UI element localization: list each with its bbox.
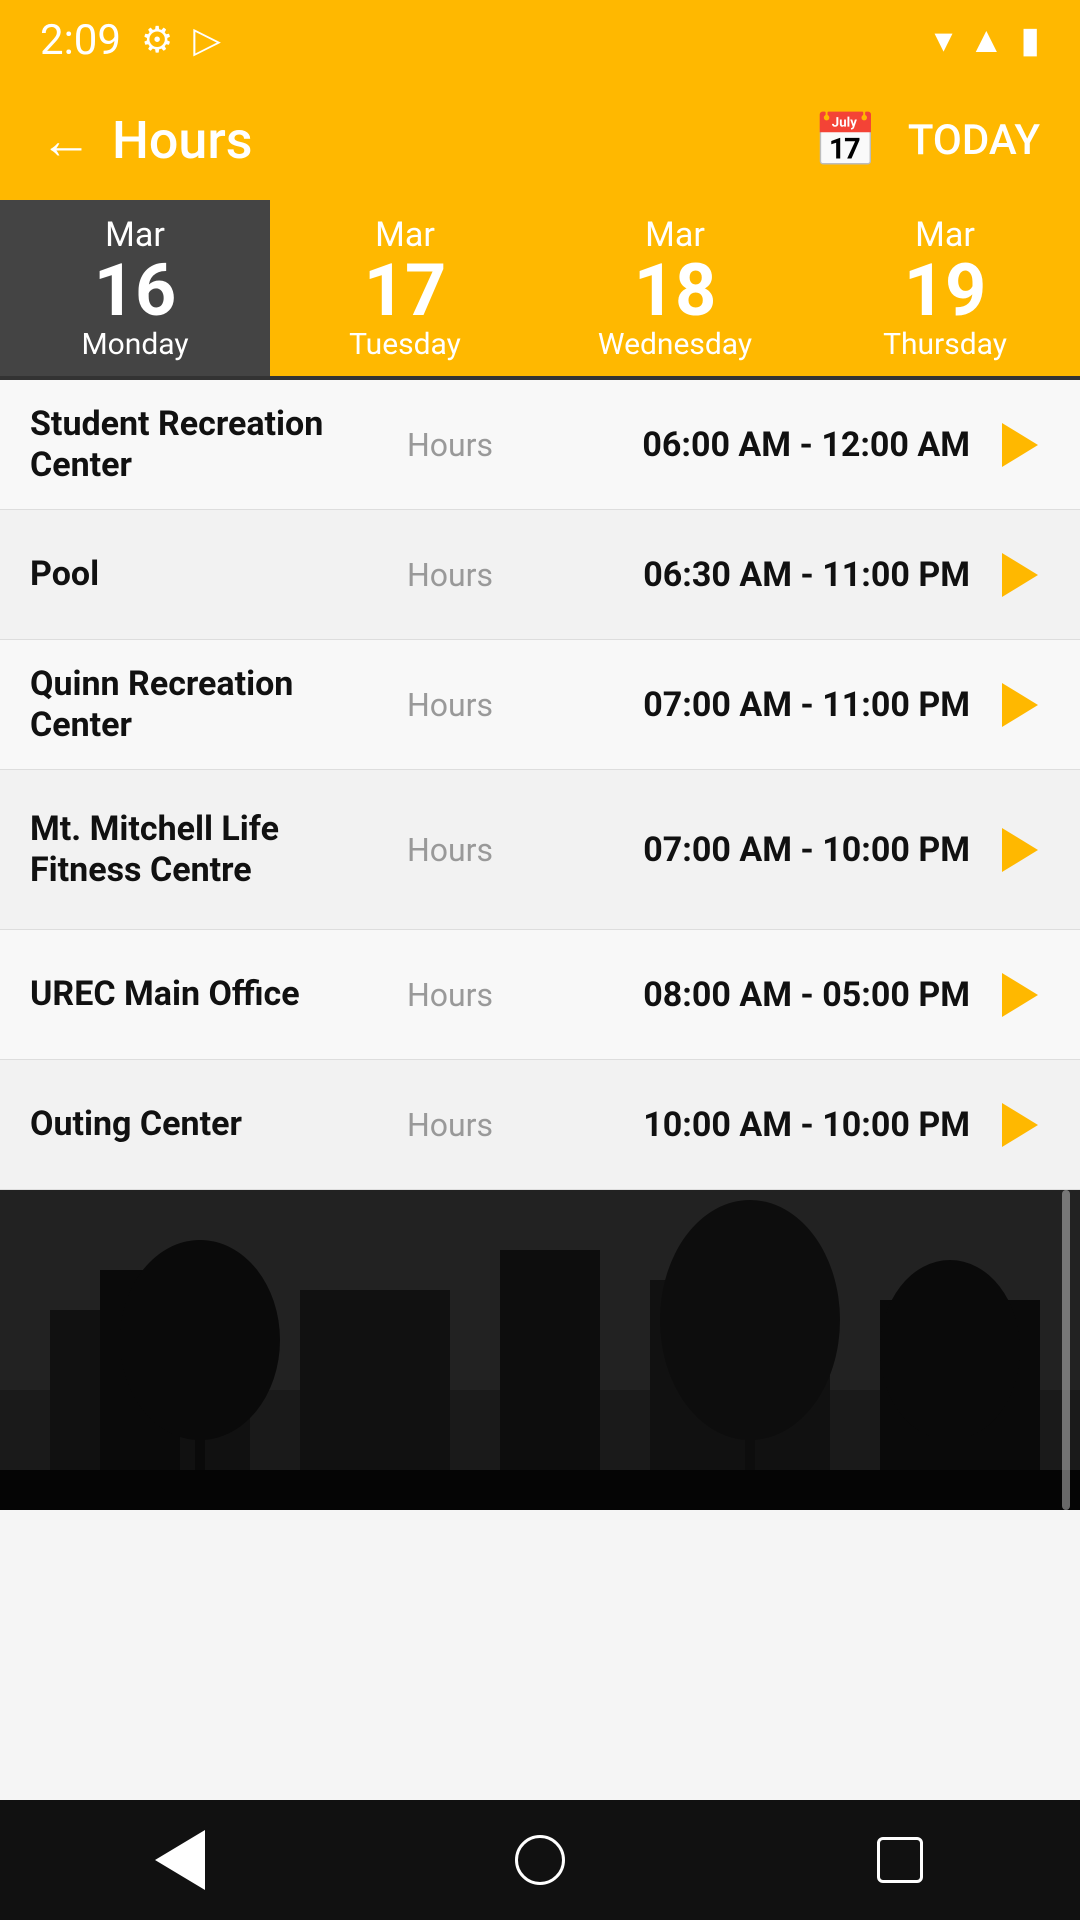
list-item[interactable]: Student Recreation Center Hours 06:00 AM… (0, 380, 1080, 510)
settings-icon: ⚙ (141, 19, 173, 61)
date-weekday-3: Wednesday (598, 327, 752, 362)
list-item[interactable]: Outing Center Hours 10:00 AM - 10:00 PM (0, 1060, 1080, 1190)
app-header: ← Hours 📅 TODAY (0, 80, 1080, 200)
date-day-2: 17 (364, 255, 447, 327)
facility-name-1: Student Recreation Center (30, 404, 370, 486)
date-weekday-1: Monday (81, 327, 188, 362)
status-right: ▾ ▲ ▮ (934, 19, 1040, 61)
back-button[interactable]: ← (40, 110, 92, 171)
header-right: 📅 TODAY (813, 110, 1040, 171)
date-item-mar18[interactable]: Mar 18 Wednesday (540, 200, 810, 376)
list-item[interactable]: Pool Hours 06:30 AM - 11:00 PM (0, 510, 1080, 640)
nav-home-icon (515, 1835, 565, 1885)
nav-recent-button[interactable] (860, 1820, 940, 1900)
status-time: 2:09 (40, 16, 121, 65)
signal-icon: ▲ (969, 19, 1005, 61)
wifi-icon: ▾ (934, 19, 952, 61)
hours-label-4: Hours (370, 831, 530, 869)
hours-label-3: Hours (370, 686, 530, 724)
scroll-indicator (1062, 1190, 1070, 1510)
date-day-3: 18 (634, 255, 717, 327)
nav-bar (0, 1800, 1080, 1920)
nav-home-button[interactable] (500, 1820, 580, 1900)
date-item-mar16[interactable]: Mar 16 Monday (0, 200, 270, 376)
hours-label-6: Hours (370, 1106, 530, 1144)
status-left: 2:09 ⚙ ▷ (40, 16, 221, 65)
date-item-mar17[interactable]: Mar 17 Tuesday (270, 200, 540, 376)
today-button[interactable]: TODAY (908, 116, 1040, 165)
hours-time-4: 07:00 AM - 10:00 PM (530, 830, 990, 870)
facility-name-4: Mt. Mitchell Life Fitness Centre (30, 809, 370, 891)
list-item[interactable]: Mt. Mitchell Life Fitness Centre Hours 0… (0, 770, 1080, 930)
nav-recent-icon (877, 1837, 923, 1883)
arrow-icon-6[interactable] (990, 1095, 1050, 1155)
nav-back-icon (155, 1830, 205, 1890)
bottom-image (0, 1190, 1080, 1510)
arrow-icon-5[interactable] (990, 965, 1050, 1025)
hours-time-1: 06:00 AM - 12:00 AM (530, 425, 990, 465)
hours-label-2: Hours (370, 556, 530, 594)
date-day-1: 16 (94, 255, 177, 327)
facility-name-5: UREC Main Office (30, 974, 370, 1015)
date-day-4: 19 (904, 255, 987, 327)
calendar-icon[interactable]: 📅 (813, 110, 878, 171)
hours-list: Student Recreation Center Hours 06:00 AM… (0, 380, 1080, 1190)
list-item[interactable]: Quinn Recreation Center Hours 07:00 AM -… (0, 640, 1080, 770)
nav-back-button[interactable] (140, 1820, 220, 1900)
hours-label-5: Hours (370, 976, 530, 1014)
facility-name-2: Pool (30, 554, 370, 595)
hours-time-2: 06:30 AM - 11:00 PM (530, 555, 990, 595)
battery-icon: ▮ (1020, 19, 1040, 61)
facility-name-6: Outing Center (30, 1104, 370, 1145)
arrow-icon-2[interactable] (990, 545, 1050, 605)
campus-image (0, 1190, 1080, 1510)
arrow-icon-3[interactable] (990, 675, 1050, 735)
hours-time-5: 08:00 AM - 05:00 PM (530, 975, 990, 1015)
header-left: ← Hours (40, 110, 252, 171)
arrow-icon-4[interactable] (990, 820, 1050, 880)
date-weekday-4: Thursday (883, 327, 1007, 362)
shield-icon: ▷ (193, 19, 221, 61)
hours-time-6: 10:00 AM - 10:00 PM (530, 1105, 990, 1145)
date-weekday-2: Tuesday (349, 327, 461, 362)
status-bar: 2:09 ⚙ ▷ ▾ ▲ ▮ (0, 0, 1080, 80)
facility-name-3: Quinn Recreation Center (30, 664, 370, 746)
hours-time-3: 07:00 AM - 11:00 PM (530, 685, 990, 725)
list-item[interactable]: UREC Main Office Hours 08:00 AM - 05:00 … (0, 930, 1080, 1060)
date-item-mar19[interactable]: Mar 19 Thursday (810, 200, 1080, 376)
date-selector: Mar 16 Monday Mar 17 Tuesday Mar 18 Wedn… (0, 200, 1080, 380)
hours-label-1: Hours (370, 426, 530, 464)
arrow-icon-1[interactable] (990, 415, 1050, 475)
page-title: Hours (112, 110, 252, 171)
